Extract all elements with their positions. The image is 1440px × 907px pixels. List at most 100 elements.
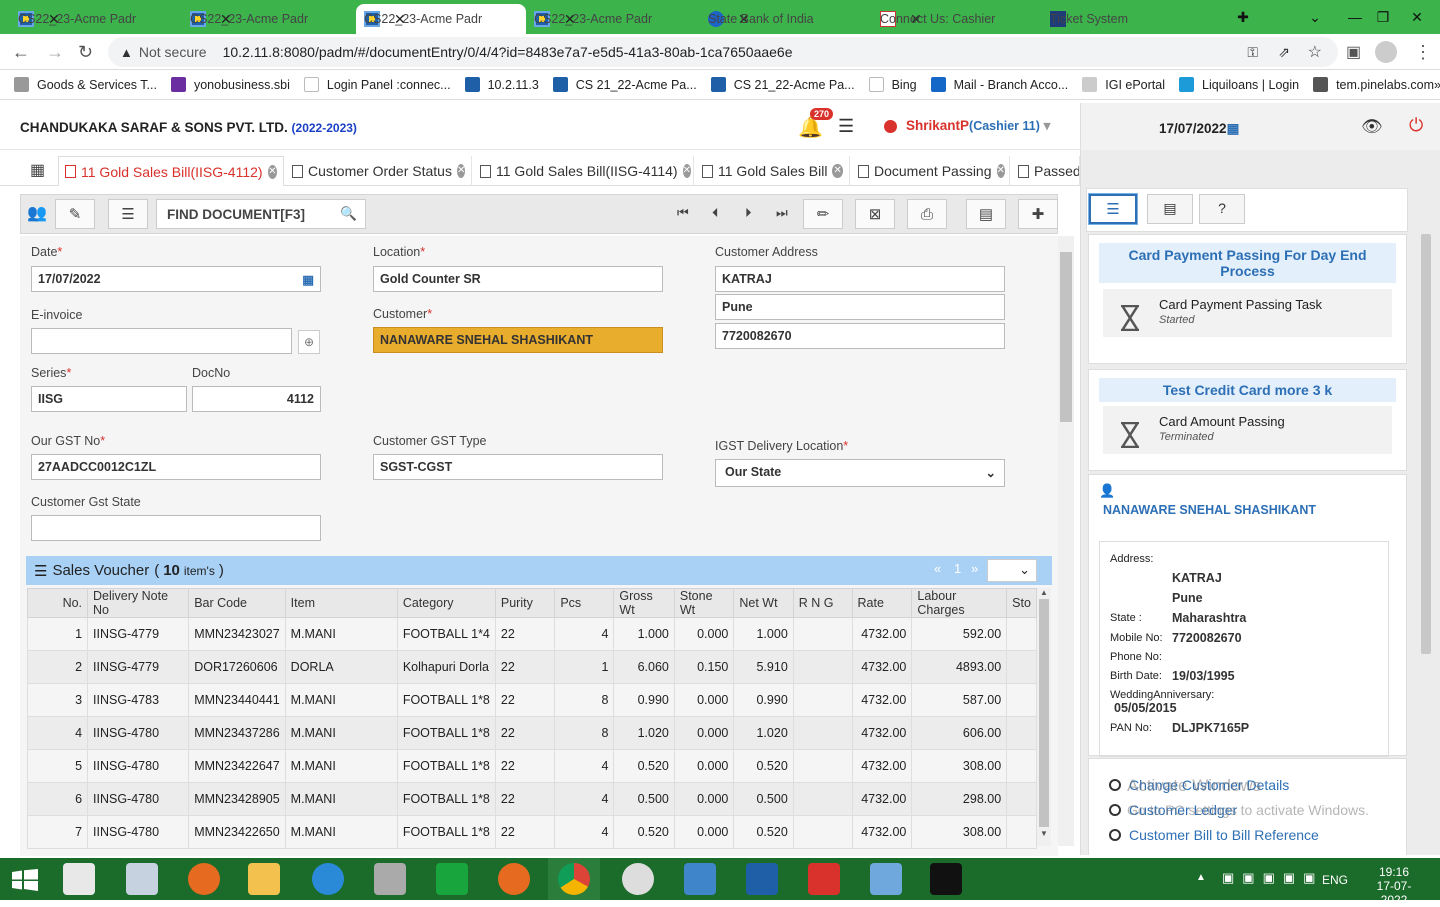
key-icon[interactable]: ⚿ — [1247, 44, 1258, 61]
browser-tab[interactable]: CS22_23-Acme Padr ✕ — [182, 4, 352, 34]
document-tab[interactable]: Document Passing ✕ — [852, 156, 1010, 186]
column-header[interactable]: Net Wt — [733, 588, 794, 618]
first-record-icon[interactable]: ⏮ — [677, 205, 689, 221]
document-tab[interactable]: Passed — [1012, 156, 1080, 186]
find-document-input[interactable]: FIND DOCUMENT[F3] 🔍 — [156, 199, 366, 229]
list-button[interactable]: ☰ — [108, 199, 148, 229]
browser-tab[interactable]: Ticket System — [1042, 4, 1212, 34]
panel-tab-list[interactable]: ☰ — [1088, 193, 1138, 225]
bookmark-item[interactable]: Liquiloans | Login — [1179, 77, 1299, 92]
series-field[interactable]: IISG — [31, 386, 187, 412]
document-button[interactable]: ▤ — [966, 199, 1006, 229]
print-button[interactable]: ⎙ — [907, 199, 947, 229]
column-header[interactable]: No. — [26, 588, 89, 618]
next-record-icon[interactable]: ⏵ — [745, 205, 752, 221]
column-header[interactable]: Delivery Note No — [87, 588, 190, 618]
browser-tab[interactable]: CS22_23-Acme Padr ✕ — [10, 4, 180, 34]
app-icon-2[interactable] — [374, 863, 406, 895]
edit-button[interactable]: ✎ — [55, 199, 95, 229]
server-icon[interactable]: ☰ — [838, 116, 854, 137]
back-icon[interactable]: ← — [12, 42, 30, 63]
task-card-1[interactable]: Card Payment Passing For Day End Process… — [1088, 234, 1407, 364]
bookmark-item[interactable]: yonobusiness.sbi — [170, 77, 290, 92]
document-tab[interactable]: Customer Order Status ✕ — [286, 156, 472, 186]
address-line1[interactable]: KATRAJ — [715, 266, 1005, 292]
chrome-task-active[interactable] — [548, 858, 600, 900]
browser-tab[interactable]: CS22_23-Acme Padr ✕ — [526, 4, 696, 34]
app-icon-1[interactable] — [63, 863, 95, 895]
column-header[interactable]: R N G — [792, 588, 853, 618]
table-row[interactable]: 5 IINSG-4780 MMN23422647 M.MANI FOOTBALL 1*8… — [26, 749, 1037, 783]
ie-icon[interactable] — [312, 863, 344, 895]
pager-next-icon[interactable]: » — [971, 561, 978, 576]
share-icon[interactable]: ⇗ — [1278, 44, 1290, 61]
prev-record-icon[interactable]: ⏴ — [712, 205, 719, 221]
scrollbar-thumb[interactable] — [1060, 252, 1072, 422]
panel-scrollbar-thumb[interactable] — [1421, 234, 1431, 654]
bookmark-item[interactable]: Login Panel :connec... — [303, 77, 451, 92]
calculator-icon[interactable] — [126, 863, 158, 895]
browser-tab[interactable]: CS22_23-Acme Padr ✕ — [356, 4, 526, 34]
column-header[interactable]: Stone Wt — [673, 588, 735, 618]
column-header[interactable]: Gross Wt — [613, 588, 675, 618]
close-tab-icon[interactable]: ✕ — [682, 164, 691, 178]
bookmark-item[interactable]: 10.2.11.3 — [464, 77, 539, 92]
table-row[interactable]: 1 IINSG-4779 MMN23423027 M.MANI FOOTBALL 1*4… — [26, 617, 1037, 651]
table-row[interactable]: 2 IINSG-4779 DOR17260606 DORLA Kolhapuri Dor… — [26, 650, 1037, 684]
task2-item[interactable]: Card Amount Passing Terminated — [1103, 406, 1392, 454]
firefox-icon-2[interactable] — [498, 863, 530, 895]
document-tab[interactable]: 11 Gold Sales Bill ✕ — [696, 156, 850, 186]
table-row[interactable]: 6 IINSG-4780 MMN23428905 M.MANI FOOTBALL 1*8… — [26, 782, 1037, 816]
wps-icon[interactable] — [808, 863, 840, 895]
task-card-2[interactable]: Test Credit Card more 3 k Card Amount Pa… — [1088, 369, 1407, 471]
bookmark-item[interactable]: IGI ePortal — [1082, 77, 1165, 92]
file-explorer-icon[interactable] — [248, 863, 280, 895]
scroll-down-icon[interactable]: ▼ — [1037, 829, 1051, 838]
remote-icon[interactable] — [870, 863, 902, 895]
windows-start-icon[interactable] — [12, 869, 38, 891]
close-tab-icon[interactable]: ✕ — [996, 164, 1005, 178]
app-icon-4[interactable] — [746, 863, 778, 895]
browser-tab[interactable]: Connect Us: Cashier ✕ — [872, 4, 1042, 34]
column-header[interactable]: Item — [284, 588, 398, 618]
table-row[interactable]: 4 IINSG-4780 MMN23437286 M.MANI FOOTBALL 1*8… — [26, 716, 1037, 750]
tray-chevron-icon[interactable]: ▲ — [1196, 872, 1206, 883]
date-field[interactable]: 17/07/2022 ▦ — [31, 266, 321, 292]
bookmark-star-icon[interactable]: ☆ — [1308, 42, 1322, 62]
column-header[interactable]: Bar Code — [188, 588, 286, 618]
close-window-button[interactable]: ✕ — [1394, 0, 1440, 34]
tray-icons[interactable]: ▣▣▣▣▣ — [1222, 870, 1323, 886]
document-tab[interactable]: 11 Gold Sales Bill(IISG-4112) ✕ — [58, 156, 284, 186]
table-row[interactable]: 3 IINSG-4783 MMN23440441 M.MANI FOOTBALL 1*8… — [26, 683, 1037, 717]
pager-page[interactable]: 1 — [954, 561, 961, 576]
profile-avatar[interactable] — [1375, 41, 1397, 63]
power-icon[interactable]: ⏻ — [1409, 115, 1423, 136]
gst-field[interactable]: 27AADCC0012C1ZL — [31, 454, 321, 480]
header-date[interactable]: 17/07/2022▦ — [1159, 121, 1239, 137]
einvoice-field[interactable] — [31, 328, 292, 354]
eye-slash-icon[interactable]: 👁 — [1361, 117, 1383, 137]
column-header[interactable]: Pcs — [554, 588, 615, 618]
scroll-up-icon[interactable]: ▲ — [1037, 588, 1051, 597]
store-icon[interactable] — [436, 863, 468, 895]
bookmark-item[interactable]: CS 21_22-Acme Pa... — [552, 77, 697, 92]
new-tab-button[interactable]: ✚ — [1220, 0, 1266, 34]
document-tab[interactable]: 11 Gold Sales Bill(IISG-4114) ✕ — [474, 156, 694, 186]
pager-prev-icon[interactable]: « — [934, 561, 941, 576]
sidebar-icon[interactable]: ▣ — [1346, 42, 1361, 62]
panel-tab-book[interactable]: ▤ — [1147, 194, 1193, 224]
panel-tab-help[interactable]: ? — [1199, 194, 1245, 224]
location-field[interactable]: Gold Counter SR — [373, 266, 663, 292]
bookmark-item[interactable]: Bing — [868, 77, 917, 92]
bookmarks-more-icon[interactable]: » — [1434, 78, 1440, 92]
user-menu[interactable]: ShrikantP(Cashier 11) ▾ — [906, 118, 1050, 134]
igst-select[interactable]: Our State ⌄ — [715, 459, 1005, 487]
close-tab-icon[interactable]: ✕ — [456, 164, 466, 178]
delete-doc-button[interactable]: ⊠ — [855, 199, 895, 229]
add-button[interactable]: ✚ — [1018, 199, 1058, 229]
menu-dots-icon[interactable]: ⋮ — [1414, 42, 1432, 63]
grid-scrollbar[interactable]: ▲ ▼ — [1037, 588, 1051, 846]
bookmark-item[interactable]: tem.pinelabs.com — [1313, 77, 1434, 92]
column-header[interactable]: Purity — [494, 588, 556, 618]
url-input[interactable]: ▲ Not secure 10.2.11.8:8080/padm/#/docum… — [108, 37, 1338, 67]
